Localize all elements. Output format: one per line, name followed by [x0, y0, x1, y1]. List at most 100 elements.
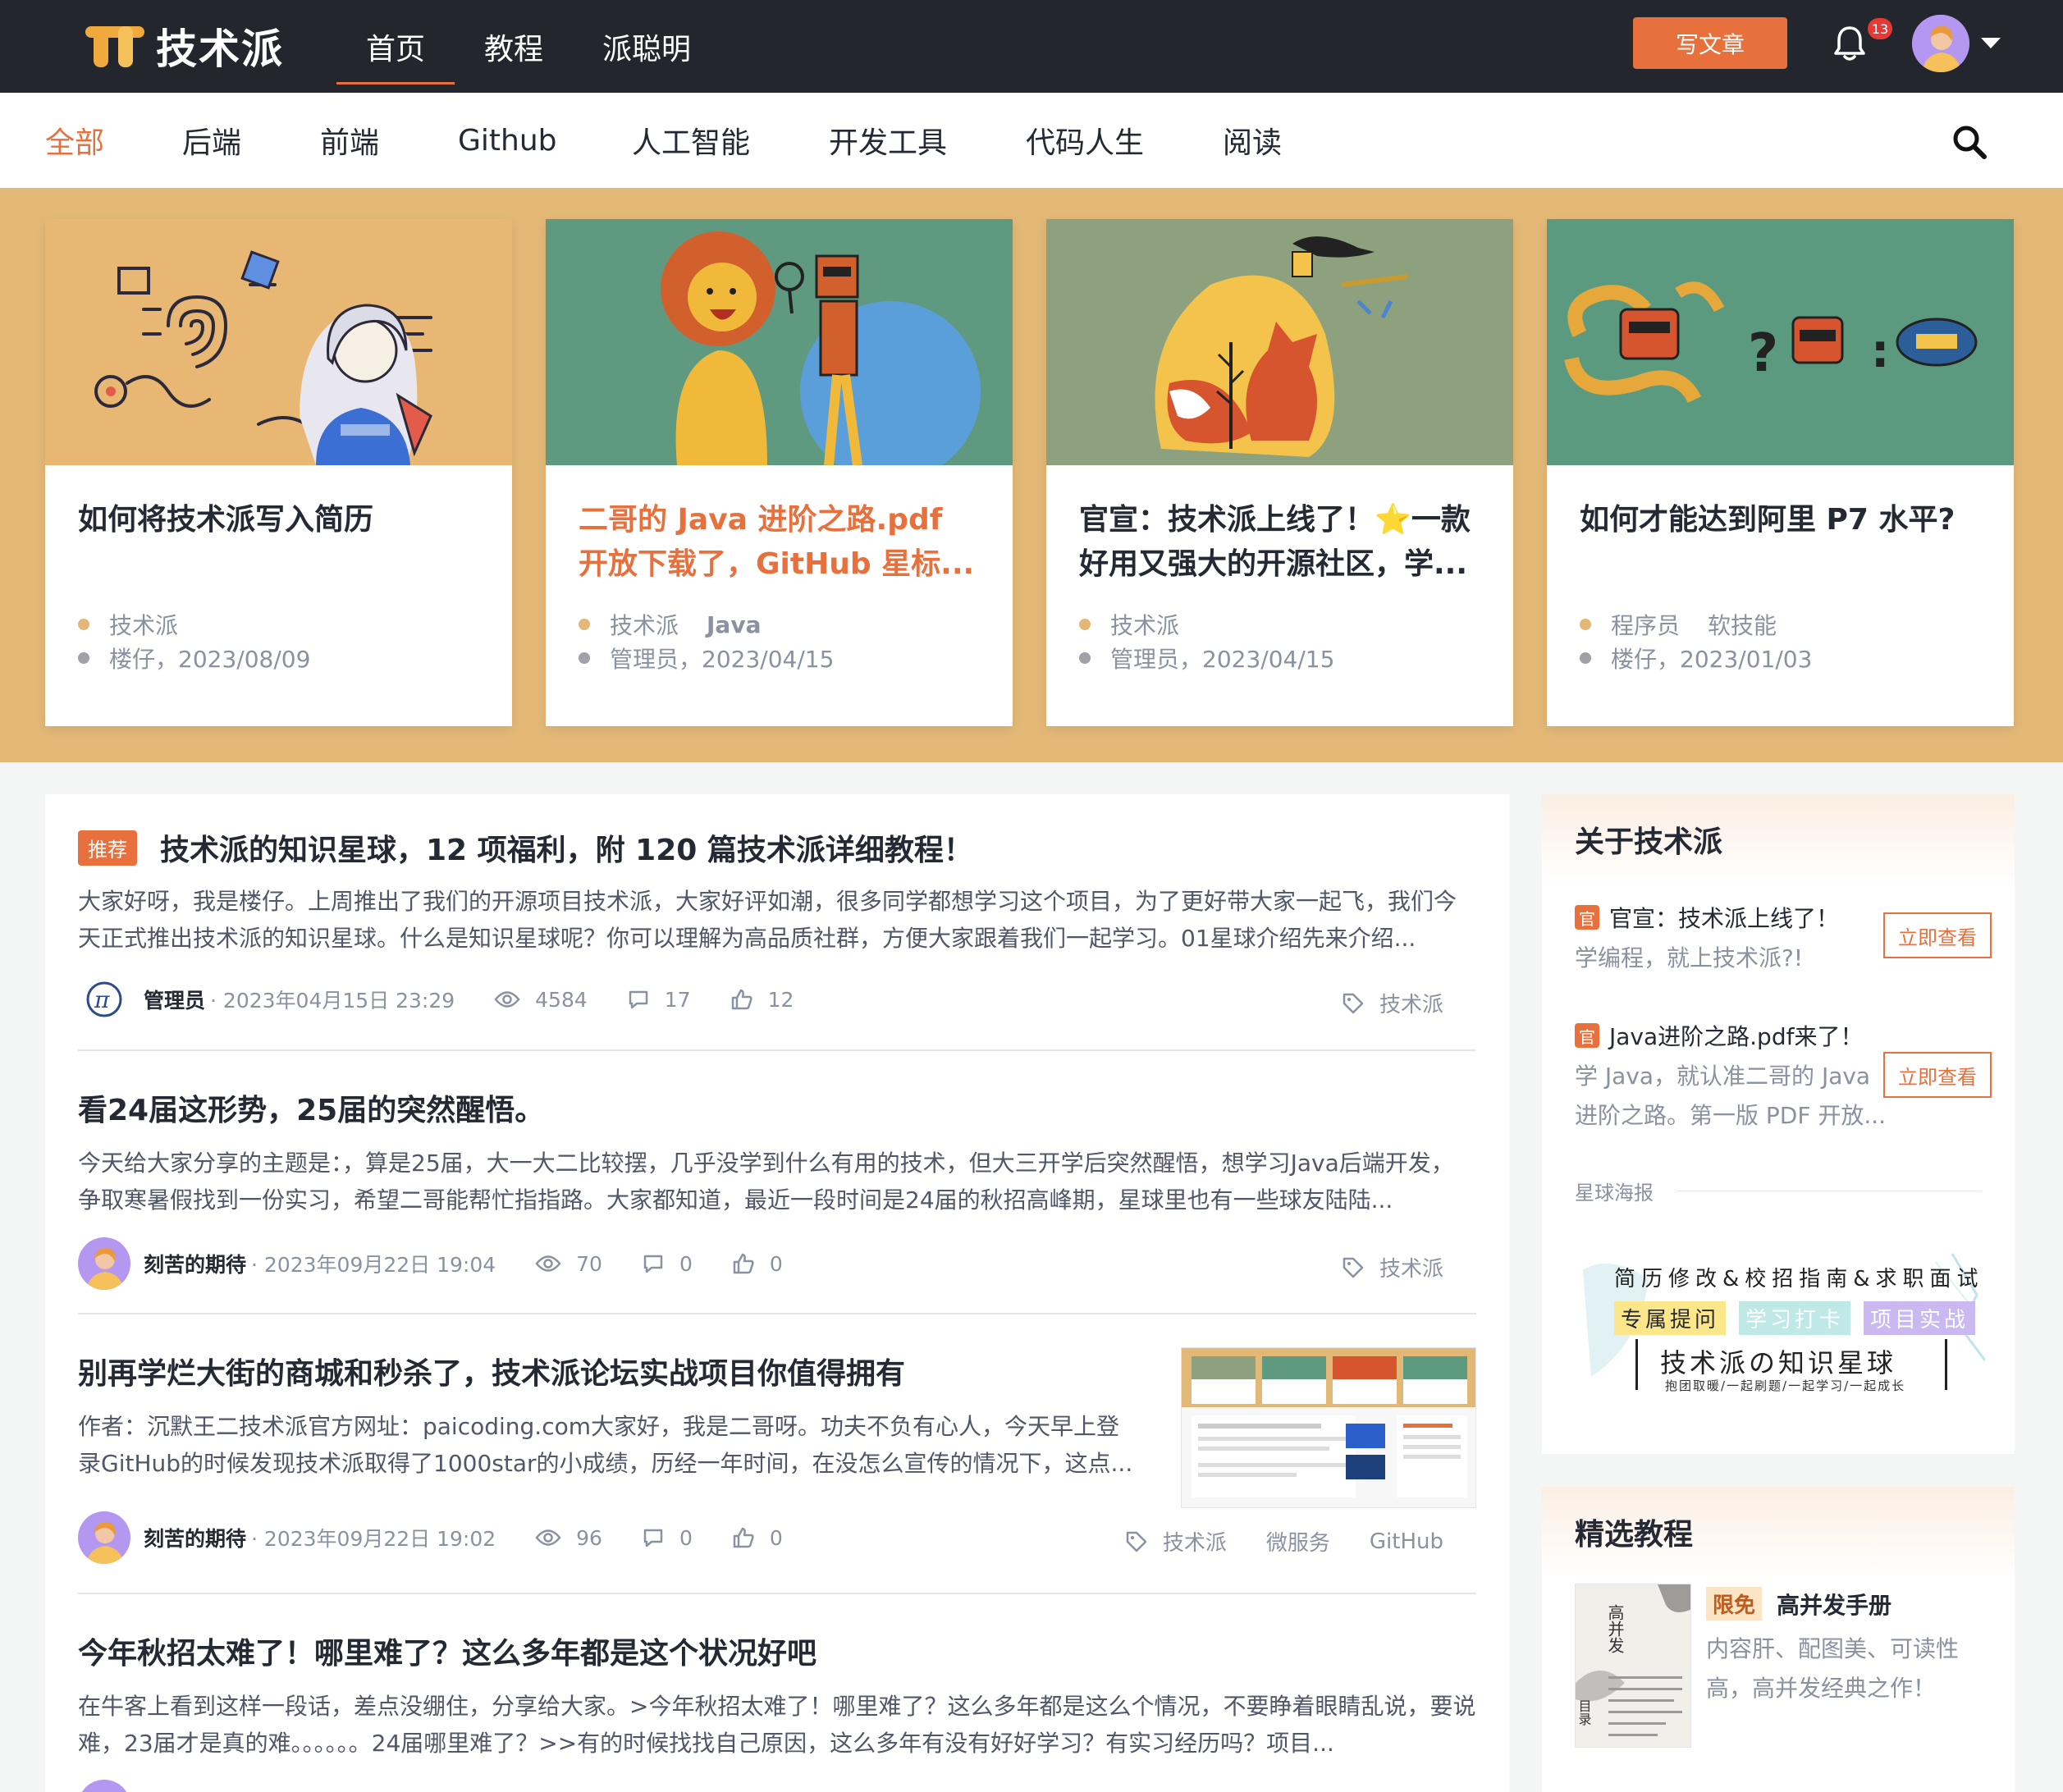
category-dev-tools[interactable]: 开发工具 [829, 93, 947, 188]
view-count: 70 [535, 1252, 602, 1276]
author-name[interactable]: 刻苦的期待 [144, 1523, 246, 1552]
nav-home[interactable]: 首页 [336, 0, 455, 93]
promo-title[interactable]: 官 官宣：技术派上线了！ [1575, 901, 1839, 934]
article-item[interactable]: 别再学烂大街的商城和秒杀了，技术派论坛实战项目你值得拥有 作者：沉默王二技术派官… [78, 1314, 1476, 1594]
article-item[interactable]: 看24届这形势，25届的突然醒悟。 今天给大家分享的主题是：，算是25届，大一大… [78, 1051, 1476, 1314]
course-desc: 内容肝、配图美、可读性高，高并发经典之作！ [1706, 1635, 1960, 1702]
tag-link[interactable]: 技术派 [1379, 1252, 1443, 1282]
featured-banner: 如何将技术派写入简历 技术派 楼仔，2023/08/09 二哥的 Java 进阶… [0, 188, 2063, 762]
author-name[interactable]: 刻苦的期待 [144, 1249, 246, 1278]
article-item[interactable]: 推荐 技术派的知识星球，12 项福利，附 120 篇技术派详细教程！ 大家好呀，… [78, 794, 1476, 1051]
featured-card[interactable]: 二哥的 Java 进阶之路.pdf 开放下载了，GitHub 星标... 技术派… [546, 219, 1013, 726]
author-name[interactable]: 管理员 [144, 985, 205, 1014]
article-feed: 推荐 技术派的知识星球，12 项福利，附 120 篇技术派详细教程！ 大家好呀，… [45, 794, 1509, 1792]
category-code-life[interactable]: 代码人生 [1026, 93, 1144, 188]
official-mark-icon: 官 [1575, 905, 1599, 930]
svg-text:目录: 目录 [1576, 1699, 1592, 1726]
top-navbar: 技术派 首页 教程 派聪明 写文章 13 [0, 0, 2063, 93]
knowledge-planet-poster[interactable]: 简历修改&校招指南&求职面试 专属提问 学习打卡 项目实战 技术派の知识星球 抱… [1575, 1246, 1985, 1410]
author-avatar[interactable] [78, 1511, 130, 1564]
article-abstract: 大家好呀，我是楼仔。上周推出了我们的开源项目技术派，大家好评如潮，很多同学都想学… [78, 888, 1457, 952]
tag-icon [1343, 993, 1364, 1013]
course-title[interactable]: 限免 高并发手册 [1706, 1587, 1891, 1621]
about-title: 关于技术派 [1542, 794, 2015, 885]
eye-icon [535, 1529, 561, 1546]
card-title[interactable]: 官宣：技术派上线了！⭐一款好用又强大的开源社区，学... [1079, 498, 1481, 587]
category-github[interactable]: Github [458, 93, 557, 188]
featured-card[interactable]: 如何将技术派写入简历 技术派 楼仔，2023/08/09 [45, 219, 512, 726]
svg-text:高并发: 高并发 [1605, 1604, 1625, 1653]
featured-card[interactable]: ? : 如何才能达到阿里 P7 水平? 程序员 软技能 楼仔，2023/01/0… [1547, 219, 2014, 726]
article-tags: 技术派 [1342, 988, 1443, 1018]
view-count: 96 [535, 1526, 602, 1550]
chevron-down-icon[interactable] [1981, 38, 2001, 48]
card-illustration [1046, 219, 1513, 465]
author-avatar[interactable] [78, 1780, 130, 1792]
article-title[interactable]: 别再学烂大街的商城和秒杀了，技术派论坛实战项目你值得拥有 [78, 1347, 905, 1395]
tag-link[interactable]: 技术派 [1163, 1526, 1227, 1557]
article-meta: 刻苦的期待 · 2023年09月22日 19:04 70 0 0 [78, 1237, 783, 1290]
course-cover[interactable]: 高并发 目录 [1575, 1584, 1691, 1748]
comment-icon [643, 1255, 663, 1273]
article-title[interactable]: 看24届这形势，25届的突然醒悟。 [78, 1084, 544, 1131]
write-article-button[interactable]: 写文章 [1633, 17, 1787, 69]
about-panel: 关于技术派 官 官宣：技术派上线了！ 学编程，就上技术派?! 立即查看 官 Ja… [1542, 794, 2015, 1454]
article-tags: 技术派 微服务 GitHub [1125, 1526, 1443, 1557]
main-nav: 首页 教程 派聪明 [336, 0, 720, 93]
tag-link[interactable]: 微服务 [1266, 1526, 1330, 1557]
view-now-button[interactable]: 立即查看 [1883, 1052, 1992, 1098]
promo-title[interactable]: 官 Java进阶之路.pdf来了！ [1575, 1019, 1863, 1052]
official-mark-icon: 官 [1575, 1023, 1599, 1048]
nav-paicongming[interactable]: 派聪明 [573, 0, 720, 93]
tag-icon [1126, 1531, 1147, 1552]
category-frontend[interactable]: 前端 [320, 93, 379, 188]
article-item[interactable]: 今年秋招太难了！哪里难了？这么多年都是这个状况好吧 在牛客上看到这样一段话，差点… [78, 1594, 1476, 1792]
comment-icon [643, 1529, 663, 1547]
logo-text: 技术派 [156, 25, 284, 73]
search-icon[interactable] [1951, 124, 1988, 160]
card-title[interactable]: 如何将技术派写入简历 [78, 498, 480, 542]
card-illustration: ? : [1547, 219, 2014, 465]
eye-icon [494, 991, 520, 1008]
article-meta: π 管理员 · 2023年04月15日 23:29 4584 17 12 [78, 973, 794, 1026]
article-title[interactable]: 推荐 技术派的知识星球，12 项福利，附 120 篇技术派详细教程！ [78, 824, 973, 871]
thumbs-up-icon [733, 1253, 754, 1274]
like-count[interactable]: 0 [732, 1252, 783, 1276]
eye-icon [535, 1255, 561, 1272]
user-avatar[interactable] [1912, 15, 1969, 72]
like-count[interactable]: 0 [732, 1526, 783, 1550]
nav-tutorials[interactable]: 教程 [455, 0, 573, 93]
article-abstract: 作者：沉默王二技术派官方网址：paicoding.com大家好，我是二哥呀。功夫… [78, 1413, 1133, 1477]
category-backend[interactable]: 后端 [182, 93, 241, 188]
author-avatar[interactable]: π [78, 973, 130, 1026]
category-all[interactable]: 全部 [45, 93, 104, 188]
site-logo[interactable]: 技术派 [85, 18, 284, 74]
bell-icon[interactable] [1832, 25, 1868, 62]
article-abstract: 今天给大家分享的主题是：，算是25届，大一大二比较摆，几乎没学到什么有用的技术，… [78, 1150, 1454, 1214]
category-reading[interactable]: 阅读 [1223, 93, 1282, 188]
comment-count[interactable]: 0 [642, 1526, 693, 1550]
publish-time: · 2023年09月22日 19:02 [251, 1527, 496, 1551]
category-ai[interactable]: 人工智能 [632, 93, 750, 188]
article-tags: 技术派 [1342, 1252, 1443, 1282]
card-title[interactable]: 如何才能达到阿里 P7 水平? [1580, 498, 1982, 542]
article-title[interactable]: 今年秋招太难了！哪里难了？这么多年都是这个状况好吧 [78, 1627, 817, 1675]
comment-icon [629, 990, 648, 1009]
comment-count[interactable]: 17 [627, 988, 691, 1012]
poster-chips: 专属提问 学习打卡 项目实战 [1614, 1301, 1976, 1335]
publish-time: · 2023年04月15日 23:29 [210, 989, 455, 1013]
card-author-date: 楼仔，2023/01/03 [1580, 642, 1812, 674]
poster-title: 技术派の知识星球 [1660, 1347, 1897, 1378]
article-thumbnail[interactable] [1181, 1347, 1476, 1508]
like-count[interactable]: 12 [730, 988, 794, 1012]
tag-link[interactable]: 技术派 [1379, 988, 1443, 1018]
comment-count[interactable]: 0 [642, 1252, 693, 1276]
card-tags: 程序员 软技能 [1580, 608, 1805, 641]
featured-card[interactable]: 官宣：技术派上线了！⭐一款好用又强大的开源社区，学... 技术派 管理员，202… [1046, 219, 1513, 726]
tag-link[interactable]: GitHub [1370, 1529, 1443, 1554]
card-title[interactable]: 二哥的 Java 进阶之路.pdf 开放下载了，GitHub 星标... [579, 498, 981, 587]
view-now-button[interactable]: 立即查看 [1883, 912, 1992, 958]
card-tags: 技术派 [78, 608, 206, 641]
poster-slogan: 抱团取暖/一起刷题/一起学习/一起成长 [1665, 1378, 1906, 1393]
author-avatar[interactable] [78, 1237, 130, 1290]
